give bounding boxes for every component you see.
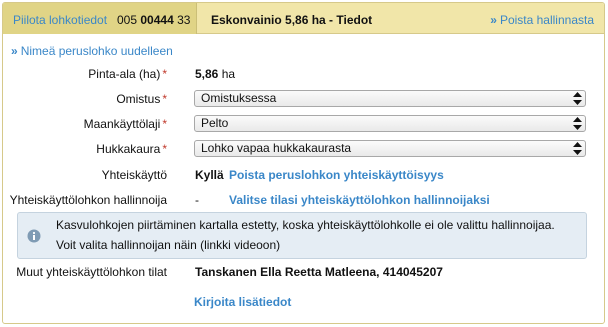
panel-header: Piilota lohkotiedot 005 00444 33 Eskonva… [3,3,604,34]
land-use-select[interactable]: Pelto [194,115,586,132]
wild-oat-selected-value: Lohko vapaa hukkakaurasta [201,141,352,155]
info-video-link[interactable]: Voit valita hallinnoijan näin (linkki vi… [56,238,280,252]
required-marker: * [162,92,167,106]
info-notice: Kasvulohkojen piirtäminen kartalla estet… [17,212,587,259]
other-farms-label: Muut yhteiskäyttölohkon tilat [16,265,167,279]
wild-oat-label-text: Hukkakaura [96,142,161,156]
joint-admin-label: Yhteiskäyttölohkon hallinnoija [9,193,167,207]
field-details-panel: Piilota lohkotiedot 005 00444 33 Eskonva… [2,2,605,324]
rename-field-label: Nimeä peruslohko uudelleen [20,44,173,58]
hide-details-link[interactable]: Piilota lohkotiedot [13,13,107,27]
land-use-label-text: Maankäyttölaji [83,117,161,131]
info-icon [27,229,41,243]
panel-title: Eskonvainio 5,86 ha - Tiedot [211,13,373,27]
field-code: 005 00444 33 [117,13,190,27]
info-text: Kasvulohkojen piirtäminen kartalla estet… [56,218,555,232]
remove-from-management-label: Poista hallinnasta [499,13,594,27]
area-label: Pinta-ala (ha) * [88,67,167,81]
area-value: 5,86 ha [195,67,235,81]
joint-admin-value: - [195,193,199,207]
joint-use-label: Yhteiskäyttö [101,168,167,182]
select-arrows-icon [573,92,582,105]
remove-joint-use-link[interactable]: Poista peruslohkon yhteiskäyttöisyys [229,168,444,182]
wild-oat-label: Hukkakaura * [96,142,167,156]
joint-use-value: Kyllä [195,168,224,182]
land-use-label: Maankäyttölaji * [84,117,167,131]
ownership-selected-value: Omistuksessa [201,91,277,105]
ownership-label: Omistus * [116,92,167,106]
required-marker: * [162,117,167,131]
field-code-prefix: 005 [117,13,138,27]
double-chevron-right-icon: » [11,44,18,58]
field-code-main: 00444 [140,13,174,27]
area-label-text: Pinta-ala (ha) [88,67,161,81]
wild-oat-select[interactable]: Lohko vapaa hukkakaurasta [194,140,586,157]
required-marker: * [162,67,167,81]
land-use-selected-value: Pelto [201,116,229,130]
double-chevron-right-icon: » [490,13,497,27]
remove-from-management-link[interactable]: » Poista hallinnasta [490,13,594,27]
rename-field-link[interactable]: » Nimeä peruslohko uudelleen [11,44,173,58]
area-unit: ha [221,67,236,81]
select-admin-link[interactable]: Valitse tilasi yhteiskäyttölohkon hallin… [229,193,490,207]
area-number: 5,86 [195,67,219,81]
other-farms-value: Tanskanen Ella Reetta Matleena, 41404520… [195,265,443,279]
select-arrows-icon [573,117,582,130]
ownership-label-text: Omistus [116,92,161,106]
write-additional-info-link[interactable]: Kirjoita lisätiedot [194,295,291,309]
field-code-suffix: 33 [177,13,191,27]
select-arrows-icon [573,142,582,155]
ownership-select[interactable]: Omistuksessa [194,90,586,107]
required-marker: * [162,142,167,156]
